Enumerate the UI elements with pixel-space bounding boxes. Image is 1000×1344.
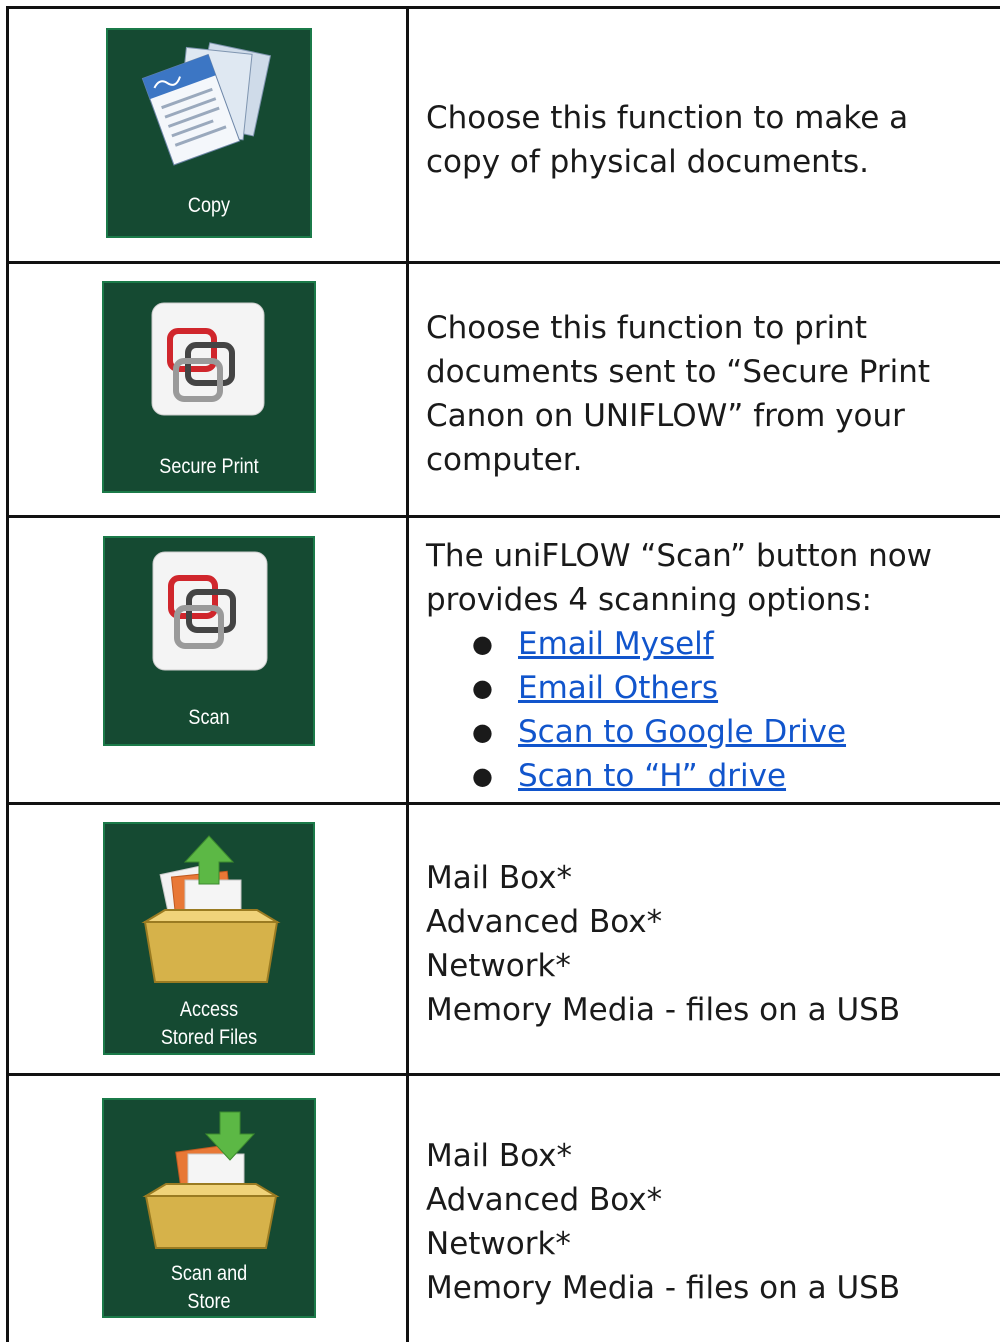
email-myself-link[interactable]: Email Myself (518, 626, 714, 662)
row-divider (6, 515, 1000, 518)
scan-description: The uniFLOW “Scan” button now provides 4… (426, 534, 946, 798)
scan-to-google-drive-link[interactable]: Scan to Google Drive (518, 714, 846, 750)
option-line: Network* (426, 948, 571, 984)
scan-options-list: Email Myself Email Others Scan to Google… (426, 622, 946, 798)
option-line: Advanced Box* (426, 1182, 663, 1218)
scan-to-h-drive-link[interactable]: Scan to “H” drive (518, 758, 786, 794)
tile-label-line: Stored Files (160, 1026, 258, 1049)
secure-print-tile[interactable]: Secure Print (102, 281, 316, 493)
copy-tile[interactable]: Copy (106, 28, 312, 238)
tile-label-line: Access (179, 998, 239, 1021)
option-line: Mail Box* (426, 860, 572, 896)
list-item: Scan to Google Drive (426, 710, 946, 754)
secure-print-icon (151, 302, 265, 416)
scan-and-store-icon (142, 1111, 280, 1249)
table-border-top (6, 6, 1000, 9)
scan-and-store-description: Mail Box* Advanced Box* Network* Memory … (426, 1134, 986, 1310)
option-line: Memory Media - files on a USB (426, 1270, 901, 1306)
tile-label-line: Store (187, 1290, 231, 1313)
option-line: Network* (426, 1226, 571, 1262)
list-item: Scan to “H” drive (426, 754, 946, 798)
list-item: Email Others (426, 666, 946, 710)
access-stored-files-description: Mail Box* Advanced Box* Network* Memory … (426, 856, 986, 1032)
uniflow-scan-icon (152, 551, 268, 671)
option-line: Memory Media - files on a USB (426, 992, 901, 1028)
option-line: Mail Box* (426, 1138, 572, 1174)
row-divider (6, 802, 1000, 805)
access-stored-files-tile[interactable]: Access Stored Files (103, 822, 315, 1055)
copy-documents-icon (141, 42, 272, 166)
row-divider (6, 1073, 1000, 1076)
copy-description: Choose this function to make a copy of p… (426, 100, 909, 180)
table-border-left (6, 6, 9, 1342)
tile-label-line: Copy (187, 194, 231, 217)
tile-label-line: Secure Print (159, 455, 259, 478)
row-divider (6, 261, 1000, 264)
scan-intro: The uniFLOW “Scan” button now provides 4… (426, 538, 933, 618)
tile-label-line: Scan (188, 706, 230, 729)
scan-tile[interactable]: Scan (103, 536, 315, 746)
column-divider (406, 6, 409, 1342)
email-others-link[interactable]: Email Others (518, 670, 718, 706)
option-line: Advanced Box* (426, 904, 663, 940)
secure-print-description: Choose this function to print documents … (426, 310, 931, 478)
tile-label-line: Scan and (170, 1262, 248, 1285)
list-item: Email Myself (426, 622, 946, 666)
access-stored-files-icon (141, 835, 281, 983)
scan-and-store-tile[interactable]: Scan and Store (102, 1098, 316, 1318)
